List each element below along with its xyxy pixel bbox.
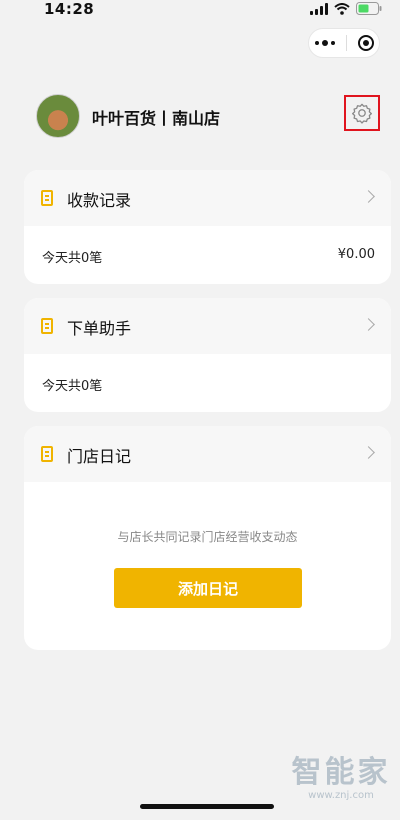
chevron-right-icon [362, 318, 375, 331]
watermark-title: 智能家 [291, 755, 391, 790]
payment-records-header[interactable]: 收款记录 [24, 170, 391, 226]
document-icon [41, 318, 53, 334]
add-diary-button[interactable]: 添加日记 [114, 568, 302, 608]
card-title: 门店日记 [67, 447, 132, 466]
document-icon [41, 190, 53, 206]
chevron-right-icon [362, 446, 375, 459]
card-title: 收款记录 [67, 191, 132, 210]
battery-icon [356, 2, 382, 15]
close-target-icon[interactable] [357, 35, 374, 51]
wifi-icon [334, 2, 350, 15]
avatar[interactable] [36, 94, 80, 138]
capsule-divider [345, 35, 347, 51]
watermark: 智能家 www.znj.com [286, 755, 396, 802]
order-assistant-header[interactable]: 下单助手 [24, 298, 391, 354]
payment-records-row: 今天共0笔 ¥0.00 [24, 226, 391, 284]
chevron-right-icon [362, 190, 375, 203]
payment-records-card: 收款记录 今天共0笔 ¥0.00 [24, 170, 391, 284]
home-indicator[interactable] [140, 804, 274, 809]
status-icons [310, 2, 382, 15]
mini-program-capsule [308, 28, 380, 58]
status-bar: 14:28 [0, 0, 400, 22]
diary-description: 与店长共同记录门店经营收支动态 [117, 530, 298, 544]
order-assistant-card: 下单助手 今天共0笔 [24, 298, 391, 412]
store-name: 叶叶百货丨南山店 [92, 109, 221, 128]
today-amount: ¥0.00 [337, 247, 375, 262]
watermark-url: www.znj.com [308, 790, 374, 801]
order-assistant-row: 今天共0笔 [24, 354, 391, 412]
today-count: 今天共0笔 [42, 251, 103, 266]
card-title: 下单助手 [67, 319, 132, 338]
store-diary-card: 门店日记 与店长共同记录门店经营收支动态 添加日记 [24, 426, 391, 650]
today-count: 今天共0笔 [42, 379, 103, 394]
status-time: 14:28 [44, 0, 95, 18]
document-icon [41, 446, 53, 462]
settings-button[interactable] [344, 95, 380, 131]
more-icon[interactable] [314, 40, 335, 46]
store-header: 叶叶百货丨南山店 [34, 92, 384, 140]
store-diary-header[interactable]: 门店日记 [24, 426, 391, 482]
settings-icon [352, 103, 372, 124]
signal-icon [310, 2, 328, 15]
